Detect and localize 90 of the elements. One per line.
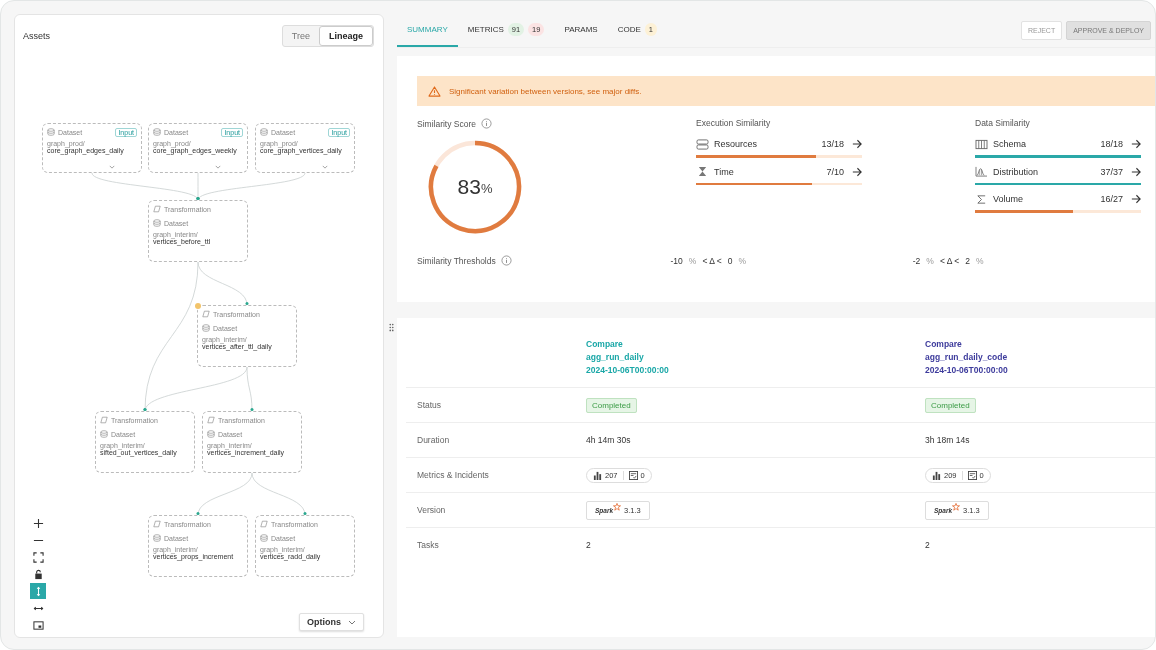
row-label: Status: [416, 400, 443, 410]
section-title: Similarity Score: [417, 118, 477, 129]
metric-ratio: 18/18: [1100, 139, 1123, 149]
arrow-right-icon[interactable]: [1131, 166, 1141, 177]
threshold-high: 2: [965, 255, 970, 266]
sigma-icon: [975, 193, 988, 205]
similarity-row[interactable]: Schema 18/18: [975, 136, 1141, 158]
cell-value: 4h 14m 30s: [586, 435, 631, 445]
minimap-icon: [32, 619, 44, 631]
status-badge: Completed: [586, 398, 637, 413]
options-dropdown[interactable]: Options: [299, 613, 364, 631]
threshold-unit: %: [976, 255, 984, 266]
database-icon: [207, 430, 215, 438]
parallelogram-icon: [100, 416, 108, 424]
server-icon: [696, 138, 709, 150]
metric-label: Time: [714, 166, 735, 177]
row-label: Duration: [416, 435, 451, 445]
parallelogram-icon: [260, 520, 268, 528]
panel-title: Assets: [23, 31, 50, 41]
lineage-edge: [196, 472, 253, 516]
database-icon: [47, 128, 55, 136]
parallelogram-icon: [207, 416, 215, 424]
section-title: Execution Similarity: [696, 118, 772, 128]
similarity-row[interactable]: Resources 13/18: [696, 136, 862, 158]
lineage-edge: [251, 472, 307, 516]
star-icon: [613, 503, 622, 511]
metric-label: Volume: [993, 194, 1025, 204]
similarity-row[interactable]: Distribution 37/37: [975, 163, 1141, 185]
fit-view-icon: [32, 551, 44, 563]
columns-icon: [975, 138, 988, 150]
distribution-icon: [975, 166, 988, 177]
parallelogram-icon: [153, 205, 161, 213]
metric-label: Schema: [993, 139, 1028, 149]
database-icon: [202, 324, 210, 332]
metric-ratio: 13/18: [821, 139, 844, 149]
chevron-down-icon: [348, 619, 356, 625]
cell-value: 2: [586, 540, 591, 550]
cell-value: 3h 18m 14s: [925, 435, 970, 445]
similarity-row[interactable]: Volume 16/27: [975, 191, 1141, 213]
metric-ratio: 37/37: [1100, 166, 1123, 177]
threshold-low: -2: [912, 255, 921, 266]
checklist-icon: [967, 470, 977, 480]
checklist-icon: [628, 470, 638, 480]
delta-operator: < Δ <: [702, 255, 722, 266]
database-icon: [260, 534, 268, 542]
database-icon: [153, 219, 161, 227]
drag-handle-icon[interactable]: [389, 323, 394, 332]
row-label: Metrics & Incidents: [416, 470, 490, 480]
arrow-right-icon[interactable]: [1131, 139, 1141, 149]
tab[interactable]: PARAMS: [554, 14, 608, 47]
metric-label: Resources: [714, 139, 759, 149]
cell-value: 2: [925, 540, 930, 550]
delta-operator: < Δ <: [939, 255, 960, 266]
plus-icon: [32, 517, 44, 529]
section-title: Data Similarity: [975, 118, 1031, 128]
bar-chart-icon: [932, 470, 941, 480]
score-value: 83: [457, 175, 481, 199]
warning-text: Significant variation between versions, see major diffs.: [449, 86, 642, 96]
arrow-right-icon[interactable]: [1131, 194, 1141, 204]
database-icon: [260, 128, 268, 136]
star-icon: [952, 503, 961, 511]
score-unit: %: [480, 181, 493, 196]
lock-icon: [32, 568, 44, 580]
row-label: Tasks: [416, 540, 440, 550]
section-title: Similarity Thresholds: [417, 255, 496, 266]
hourglass-icon: [696, 166, 709, 177]
row-label: Version: [416, 505, 447, 515]
bar-chart-icon: [593, 470, 602, 480]
arrow-right-icon[interactable]: [852, 139, 862, 149]
parallelogram-icon: [153, 520, 161, 528]
fit-view-button[interactable]: [30, 549, 46, 565]
threshold-high: 0: [727, 255, 733, 266]
arrow-right-icon[interactable]: [852, 166, 862, 177]
status-badge: Completed: [925, 398, 976, 413]
database-icon: [100, 430, 108, 438]
parallelogram-icon: [202, 310, 210, 318]
view-tab[interactable]: Tree: [282, 26, 319, 46]
database-icon: [153, 128, 161, 136]
threshold-low: -10: [670, 255, 683, 266]
threshold-unit: %: [738, 255, 747, 266]
threshold-unit: %: [926, 255, 934, 266]
database-icon: [153, 534, 161, 542]
metric-ratio: 7/10: [826, 166, 844, 177]
warning-icon: [428, 85, 441, 97]
threshold-unit: %: [688, 255, 697, 266]
similarity-row[interactable]: Time 7/10: [696, 163, 862, 185]
run-heading[interactable]: Compare agg_run_daily_code 2024-10-06T00:00:00: [925, 338, 1155, 377]
metric-ratio: 16/27: [1100, 194, 1123, 204]
metric-label: Distribution: [993, 166, 1040, 177]
view-tab[interactable]: Lineage: [319, 26, 373, 46]
